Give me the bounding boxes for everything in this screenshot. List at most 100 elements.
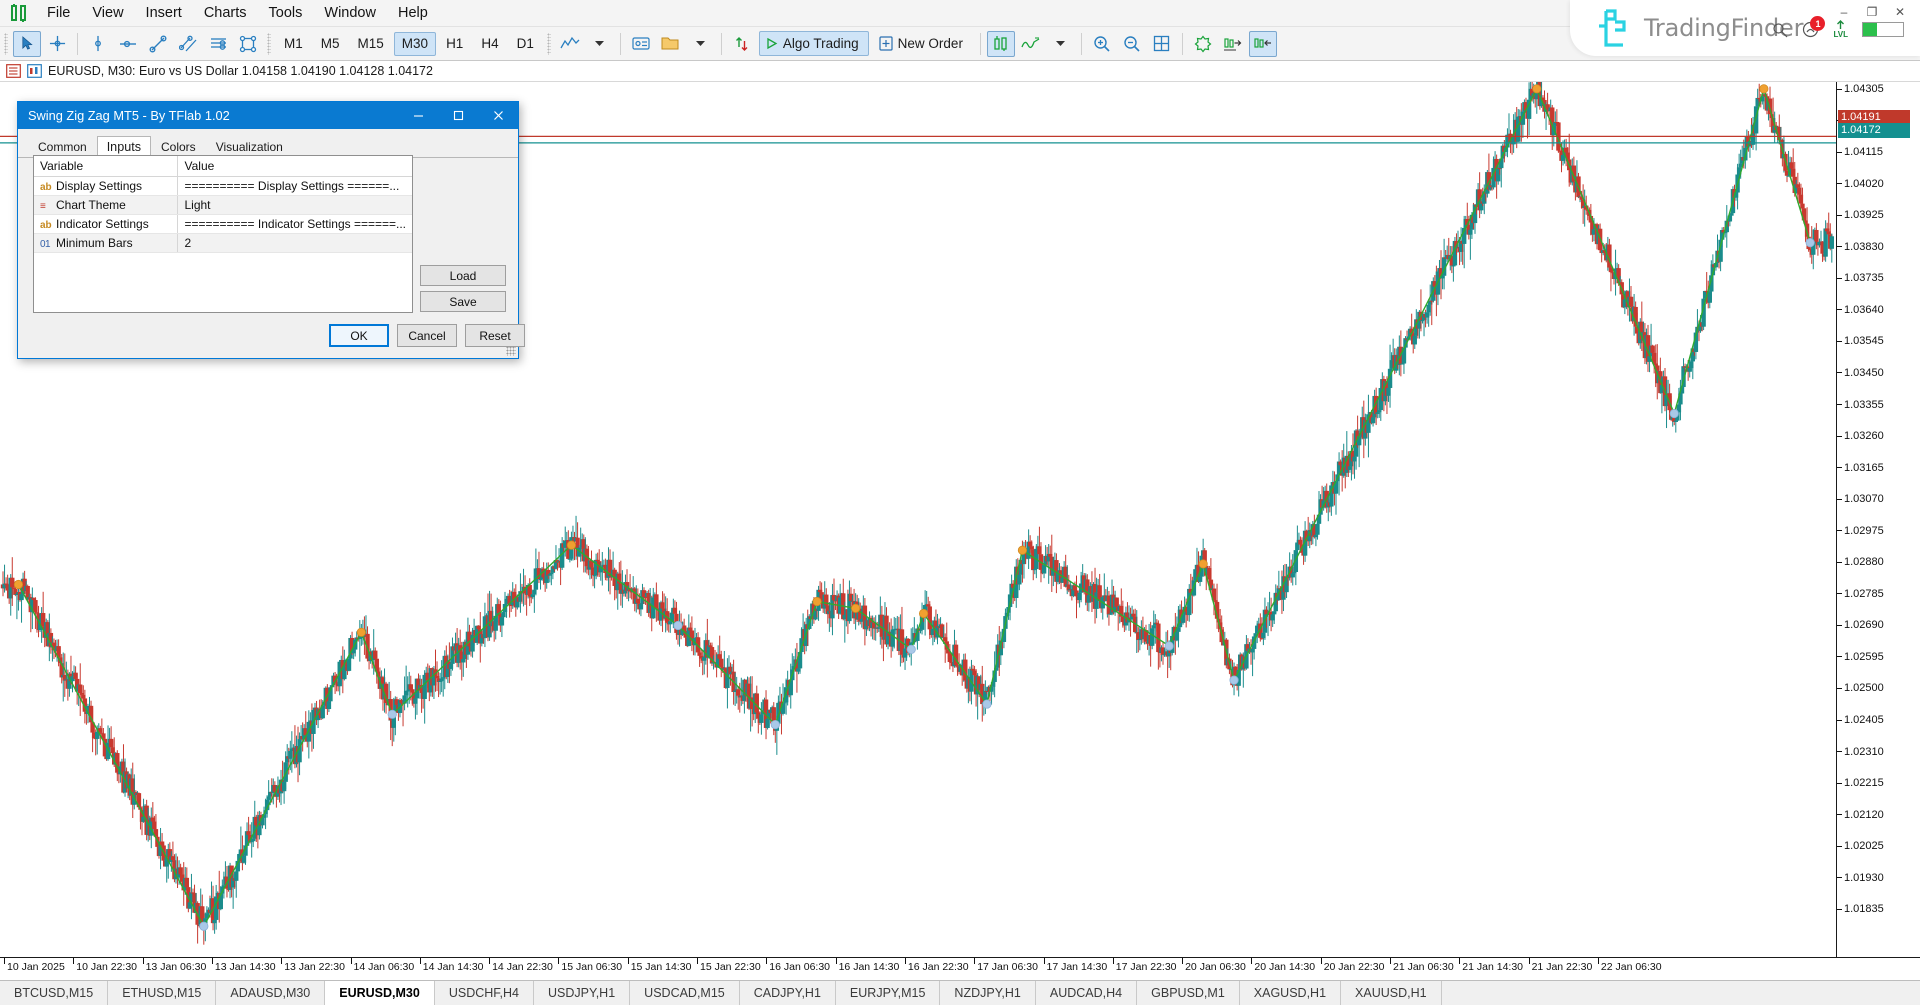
close-icon[interactable] [478, 102, 518, 129]
symbol-tab-nzdjpy-h1[interactable]: NZDJPY,H1 [940, 981, 1035, 1005]
maximize-icon[interactable] [438, 102, 478, 129]
candlestick-chart-icon[interactable] [987, 31, 1015, 57]
input-variable-cell: abIndicator Settings [34, 215, 178, 234]
timeframe-d1[interactable]: D1 [509, 32, 542, 56]
input-value-cell[interactable]: Light [178, 196, 412, 215]
minimize-button[interactable]: – [1830, 2, 1858, 22]
symbol-tab-adausd-m30[interactable]: ADAUSD,M30 [216, 981, 325, 1005]
string-type-icon: ab [40, 220, 56, 231]
line-chart-icon[interactable] [556, 31, 584, 57]
cancel-button[interactable]: Cancel [397, 324, 457, 347]
save-button[interactable]: Save [420, 291, 506, 312]
menu-item-help[interactable]: Help [387, 1, 439, 25]
ok-button[interactable]: OK [329, 324, 389, 347]
table-row[interactable]: abDisplay Settings========== Display Set… [34, 177, 412, 196]
dialog-resize-grip[interactable] [506, 346, 516, 356]
open-icon[interactable] [657, 31, 685, 57]
vertical-line-icon[interactable] [84, 31, 112, 57]
price-axis[interactable]: 1.043051.042101.041151.040201.039251.038… [1836, 82, 1920, 957]
horizontal-line-icon[interactable] [114, 31, 142, 57]
algo-trading-button[interactable]: Algo Trading [759, 31, 869, 56]
menu-item-file[interactable]: File [36, 1, 81, 25]
new-order-button[interactable]: New Order [873, 31, 973, 56]
cursor-icon[interactable] [13, 31, 41, 57]
chevron-down-icon[interactable] [586, 31, 614, 57]
symbol-tab-usdjpy-h1[interactable]: USDJPY,H1 [534, 981, 630, 1005]
inputs-table-container[interactable]: Variable Value abDisplay Settings=======… [33, 155, 413, 313]
fibonacci-icon[interactable] [204, 31, 232, 57]
zigzag-trough-marker [1165, 642, 1173, 650]
symbol-tab-ethusd-m15[interactable]: ETHUSD,M15 [108, 981, 216, 1005]
search-icon[interactable] [1772, 22, 1788, 38]
table-row[interactable]: abIndicator Settings========== Indicator… [34, 215, 412, 234]
shapes-icon[interactable] [234, 31, 262, 57]
maximize-button[interactable]: ❐ [1858, 2, 1886, 22]
menu-item-charts[interactable]: Charts [193, 1, 258, 25]
data-window-icon[interactable] [6, 64, 21, 78]
zigzag-trough-marker [200, 922, 208, 930]
play-icon [765, 37, 778, 50]
timeframe-h1[interactable]: H1 [438, 32, 471, 56]
symbol-tab-eurusd-m30[interactable]: EURUSD,M30 [325, 981, 435, 1005]
autotrading-arrows-icon[interactable] [728, 31, 756, 57]
symbol-tab-cadjpy-h1[interactable]: CADJPY,H1 [740, 981, 836, 1005]
chart-autoscroll-icon[interactable] [1249, 31, 1277, 57]
load-button[interactable]: Load [420, 265, 506, 286]
toolbar-grip-timeframes[interactable] [267, 33, 271, 55]
chevron-down-icon-3[interactable] [1047, 31, 1075, 57]
timeframe-m1[interactable]: M1 [276, 32, 311, 56]
time-tick-label: 15 Jan 22:30 [697, 961, 761, 973]
symbol-tab-btcusd-m15[interactable]: BTCUSD,M15 [0, 981, 108, 1005]
mt5-window: File View Insert Charts Tools Window Hel… [0, 0, 1920, 1005]
menu-item-window[interactable]: Window [313, 1, 387, 25]
reset-button[interactable]: Reset [465, 324, 525, 347]
objects-icon[interactable] [1189, 31, 1217, 57]
symbol-tab-xagusd-h1[interactable]: XAGUSD,H1 [1240, 981, 1341, 1005]
input-value-cell[interactable]: ========== Display Settings ======... [178, 177, 412, 196]
grid-icon[interactable] [1148, 31, 1176, 57]
indicator-properties-dialog[interactable]: Swing Zig Zag MT5 - By TFlab 1.02 Common… [17, 101, 519, 359]
time-axis[interactable]: 10 Jan 202510 Jan 22:3013 Jan 06:3013 Ja… [0, 957, 1920, 980]
chart-properties-icon[interactable] [27, 64, 42, 78]
timeframe-m15[interactable]: M15 [350, 32, 392, 56]
trendline-icon[interactable] [144, 31, 172, 57]
toolbar-grip[interactable] [4, 33, 8, 55]
tab-colors[interactable]: Colors [151, 136, 206, 157]
crosshair-icon[interactable] [43, 31, 71, 57]
tab-visualization[interactable]: Visualization [206, 136, 293, 157]
timeframe-h4[interactable]: H4 [473, 32, 506, 56]
input-value-cell[interactable]: ========== Indicator Settings ======... [178, 215, 412, 234]
indicators-icon[interactable] [1017, 31, 1045, 57]
price-tick-label: 1.03735 [1837, 272, 1920, 284]
notification-icon[interactable]: 1 [1802, 21, 1819, 38]
menu-item-view[interactable]: View [81, 1, 134, 25]
symbol-tab-gbpusd-m1[interactable]: GBPUSD,M1 [1137, 981, 1240, 1005]
dialog-title-bar[interactable]: Swing Zig Zag MT5 - By TFlab 1.02 [18, 102, 518, 129]
close-button[interactable]: ✕ [1886, 2, 1914, 22]
timeframe-m5[interactable]: M5 [313, 32, 348, 56]
chart-shift-end-icon[interactable] [1219, 31, 1247, 57]
timeframe-m30[interactable]: M30 [394, 32, 436, 56]
templates-icon[interactable] [627, 31, 655, 57]
tab-common[interactable]: Common [28, 136, 97, 157]
chevron-down-icon-2[interactable] [687, 31, 715, 57]
zigzag-peak-marker [919, 609, 927, 617]
menu-item-insert[interactable]: Insert [135, 1, 193, 25]
symbol-tab-xauusd-h1[interactable]: XAUUSD,H1 [1341, 981, 1442, 1005]
input-value-cell[interactable]: 2 [178, 234, 412, 253]
symbol-tab-usdchf-h4[interactable]: USDCHF,H4 [435, 981, 534, 1005]
symbol-tab-audcad-h4[interactable]: AUDCAD,H4 [1036, 981, 1137, 1005]
zoom-out-icon[interactable] [1118, 31, 1146, 57]
symbol-tab-usdcad-m15[interactable]: USDCAD,M15 [630, 981, 740, 1005]
menu-item-tools[interactable]: Tools [258, 1, 314, 25]
table-row[interactable]: 01Minimum Bars2 [34, 234, 412, 253]
lvl-indicator[interactable]: LVL [1833, 20, 1848, 39]
toolbar-grip-indicators[interactable] [547, 33, 551, 55]
symbol-tab-eurjpy-m15[interactable]: EURJPY,M15 [836, 981, 941, 1005]
table-row[interactable]: ≡Chart ThemeLight [34, 196, 412, 215]
time-tick-label: 22 Jan 06:30 [1598, 961, 1662, 973]
zoom-in-icon[interactable] [1088, 31, 1116, 57]
zigzag-trough-marker [983, 700, 991, 708]
channel-icon[interactable] [174, 31, 202, 57]
minimize-icon[interactable] [398, 102, 438, 129]
